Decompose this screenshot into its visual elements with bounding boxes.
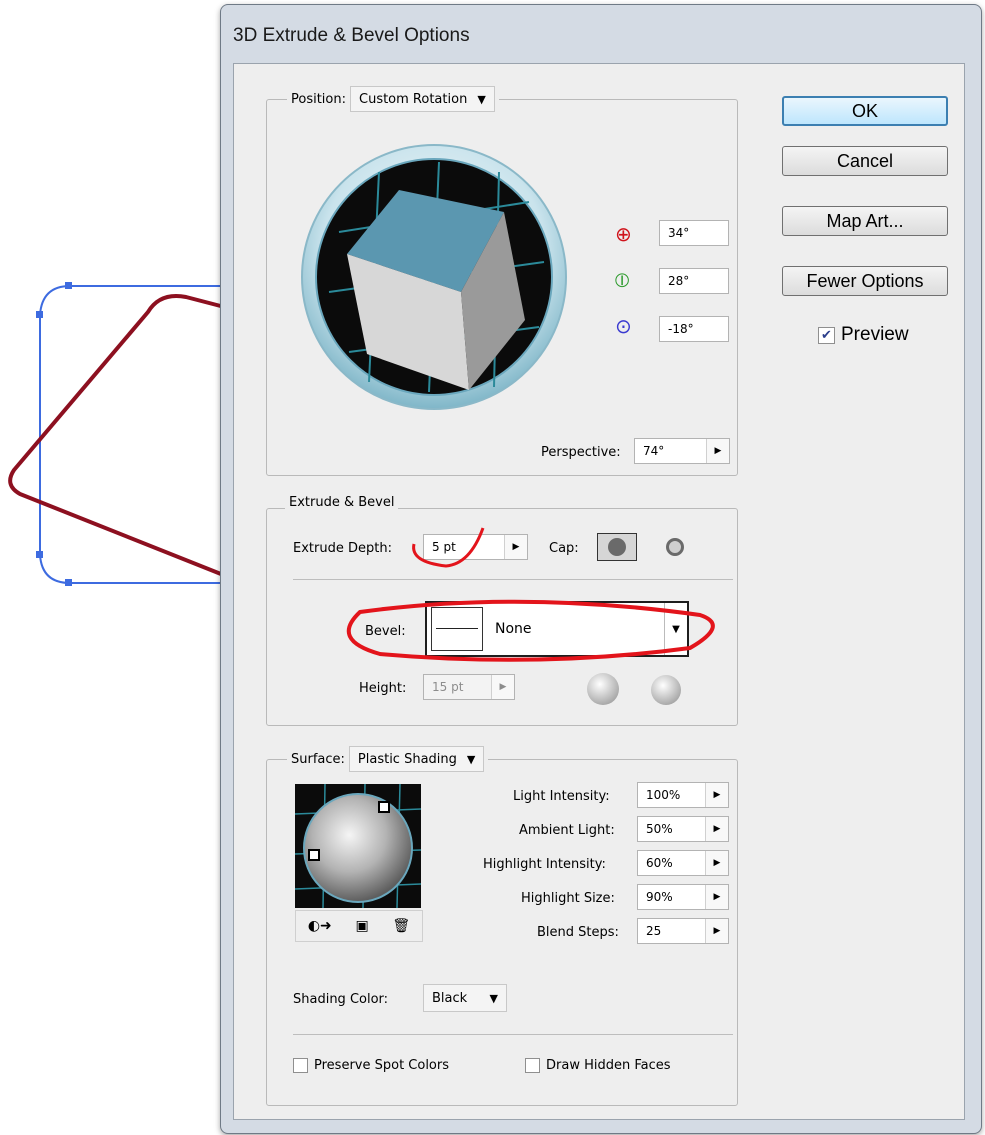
selection-bounding-path [39,285,236,584]
preserve-spot-colors-label: Preserve Spot Colors [314,1058,450,1073]
surface-label: Surface: [291,751,345,767]
chevron-down-icon: ▼ [477,92,486,106]
cap-label: Cap: [549,541,579,556]
anchor-handle [65,282,72,289]
extrude-bevel-group: Extrude & Bevel Extrude Depth: 5 pt ▶ Ca… [266,495,738,726]
blend-steps-field[interactable]: 25 ▶ [637,918,729,944]
ambient-light-label: Ambient Light: [519,823,615,838]
light-intensity-field[interactable]: 100% ▶ [637,782,729,808]
window-title: 3D Extrude & Bevel Options [233,25,470,46]
perspective-field[interactable]: 74° ▶ [634,438,730,464]
position-group: Position: Custom Rotation ▼ ⊕ 34° ⦶ 28° … [266,86,738,476]
bevel-preview-icon [431,607,483,651]
surface-dropdown[interactable]: Plastic Shading ▼ [348,746,485,772]
preview-label: Preview [841,324,909,345]
z-axis-rotation-icon: ⊙ [615,314,632,338]
bevel-extent-in-icon[interactable] [651,675,681,705]
light-source-handle [378,801,390,813]
shading-color-value: Black [432,990,468,1006]
highlight-size-label: Highlight Size: [521,891,615,906]
position-label: Position: [291,91,346,107]
ambient-light-slider-button[interactable]: ▶ [705,817,728,841]
light-intensity-slider-button[interactable]: ▶ [705,783,728,807]
height-field[interactable]: 15 pt ▶ [423,674,515,700]
x-rotation-field[interactable]: 34° [659,220,729,246]
position-dropdown[interactable]: Custom Rotation ▼ [350,86,495,112]
anchor-handle [36,551,43,558]
extruded-shape-outline [8,294,237,582]
preserve-spot-colors-checkbox[interactable]: Preserve Spot Colors [293,1058,449,1073]
lighting-sphere[interactable] [295,784,421,908]
ambient-light-field[interactable]: 50% ▶ [637,816,729,842]
dialog-client-area: Position: Custom Rotation ▼ ⊕ 34° ⦶ 28° … [233,63,965,1120]
height-label: Height: [359,681,407,696]
ok-button[interactable]: OK [782,96,948,126]
draw-hidden-faces-checkbox[interactable]: Draw Hidden Faces [525,1058,671,1073]
highlight-size-slider-button[interactable]: ▶ [705,885,728,909]
cap-off-button[interactable] [663,535,687,559]
checkmark-icon: ✔ [818,326,835,344]
blend-steps-label: Blend Steps: [537,925,619,940]
move-light-back-icon[interactable]: ◐➜ [308,918,332,934]
highlight-intensity-label: Highlight Intensity: [483,857,606,872]
bevel-extent-out-icon[interactable] [587,673,619,705]
y-axis-rotation-icon: ⦶ [615,268,630,292]
map-art-button[interactable]: Map Art... [782,206,948,236]
bevel-label: Bevel: [365,624,406,639]
surface-value: Plastic Shading [357,751,457,767]
z-rotation-field[interactable]: -18° [659,316,729,342]
perspective-slider-button[interactable]: ▶ [706,439,729,463]
position-value: Custom Rotation [359,91,468,107]
chevron-down-icon: ▼ [489,991,498,1005]
bevel-dropdown[interactable]: None ▼ [425,601,689,657]
chevron-down-icon: ▼ [466,752,476,766]
extrude-separator [293,579,733,580]
perspective-label: Perspective: [541,445,621,460]
cap-on-icon [608,538,626,556]
rotation-trackball[interactable] [299,142,569,412]
extrude-bevel-group-label: Extrude & Bevel [289,495,395,510]
new-light-icon[interactable]: ▣ [355,918,368,934]
light-controls-bar: ◐➜ ▣ 🗑 [295,910,423,942]
highlight-intensity-slider-button[interactable]: ▶ [705,851,728,875]
cap-off-icon [666,538,684,556]
extrude-bevel-dialog: 3D Extrude & Bevel Options Position: Cus… [220,4,982,1134]
light-source-handle [308,849,320,861]
cap-on-button[interactable] [597,533,637,561]
draw-hidden-faces-label: Draw Hidden Faces [546,1058,671,1073]
highlight-size-field[interactable]: 90% ▶ [637,884,729,910]
cancel-button[interactable]: Cancel [782,146,948,176]
checkbox-box [525,1058,540,1073]
height-slider-button[interactable]: ▶ [491,675,514,699]
bevel-value: None [495,621,532,637]
shading-color-label: Shading Color: [293,992,389,1007]
delete-light-icon[interactable]: 🗑 [392,918,410,934]
highlight-intensity-field[interactable]: 60% ▶ [637,850,729,876]
shading-color-dropdown[interactable]: Black ▼ [423,984,507,1012]
chevron-down-icon[interactable]: ▼ [664,603,687,655]
surface-group: Surface: Plastic Shading ▼ ◐➜ ▣ 🗑 Light … [266,746,738,1106]
blend-steps-slider-button[interactable]: ▶ [705,919,728,943]
fewer-options-button[interactable]: Fewer Options [782,266,948,296]
extrude-depth-label: Extrude Depth: [293,541,392,556]
x-axis-rotation-icon: ⊕ [615,222,632,246]
surface-separator [293,1034,733,1035]
extrude-depth-slider-button[interactable]: ▶ [504,535,527,559]
checkbox-box [293,1058,308,1073]
light-intensity-label: Light Intensity: [513,789,610,804]
preview-checkbox[interactable]: ✔ Preview [818,324,909,346]
anchor-handle [36,311,43,318]
anchor-handle [65,579,72,586]
extrude-depth-field[interactable]: 5 pt ▶ [423,534,528,560]
y-rotation-field[interactable]: 28° [659,268,729,294]
